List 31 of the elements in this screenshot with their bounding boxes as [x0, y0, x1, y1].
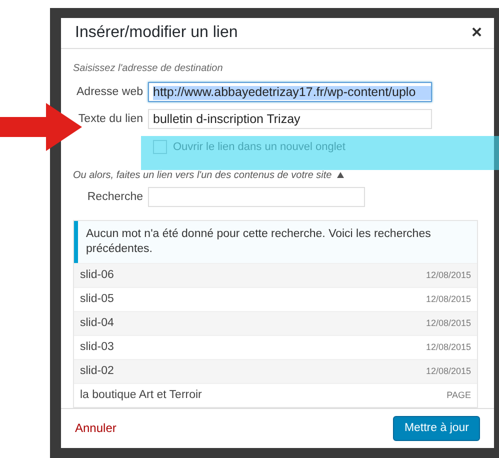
- result-info: 12/08/2015: [426, 270, 471, 280]
- field-label: Adresse web: [76, 86, 143, 98]
- result-info: 12/08/2015: [426, 318, 471, 328]
- close-button[interactable]: ×: [469, 22, 484, 44]
- result-info: 12/08/2015: [426, 366, 471, 376]
- result-title: slid-05: [80, 293, 114, 306]
- result-title: slid-06: [80, 269, 114, 282]
- checkbox-label: Ouvrir le lien dans un nouvel onglet: [173, 140, 346, 153]
- result-info: 12/08/2015: [426, 342, 471, 352]
- result-item[interactable]: slid-04 12/08/2015: [74, 310, 477, 335]
- link-text-field[interactable]: bulletin d-inscription Trizay: [148, 108, 432, 129]
- cancel-link[interactable]: Annuler: [75, 421, 116, 436]
- result-info: PAGE: [446, 390, 471, 400]
- update-button[interactable]: Mettre à jour: [393, 416, 480, 441]
- result-info: 12/08/2015: [426, 294, 471, 304]
- existing-content-toggle[interactable]: Ou alors, faites un lien vers l'un des contenus de votre site: [73, 170, 478, 181]
- result-item[interactable]: slid-06 12/08/2015: [74, 262, 477, 287]
- dialog-title: Insérer/modifier un lien: [75, 24, 238, 42]
- triangle-icon: [336, 172, 344, 178]
- search-field[interactable]: [148, 186, 365, 207]
- checkbox[interactable]: [153, 140, 167, 154]
- search-label: Recherche: [86, 190, 143, 203]
- result-title: slid-02: [80, 365, 114, 378]
- destination-hint: Saisissez l'adresse de destination: [73, 62, 224, 74]
- result-title: slid-04: [80, 317, 114, 330]
- field-label: Texte du lien: [77, 112, 143, 125]
- search-notice: Aucun mot n'a été donné pour cette recherche. Voici les recherches précédentes.: [74, 220, 477, 263]
- result-title: slid-03: [80, 341, 114, 354]
- result-item[interactable]: slid-02 12/08/2015: [74, 358, 477, 383]
- url-field[interactable]: http://www.abbayedetrizay17.fr/wp-content/uplo: [148, 82, 432, 102]
- result-title: la boutique Art et Terroir: [80, 389, 202, 402]
